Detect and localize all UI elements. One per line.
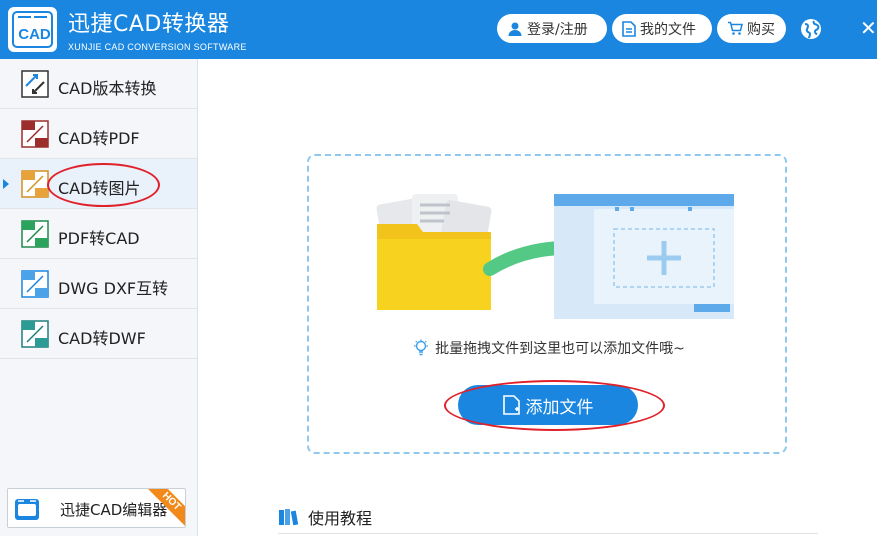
logo-text: CAD bbox=[18, 26, 51, 43]
dwg-dxf-icon bbox=[21, 270, 49, 298]
cad-to-pdf-icon bbox=[21, 120, 49, 148]
add-file-icon bbox=[502, 395, 520, 415]
close-icon[interactable]: ✕ bbox=[860, 18, 877, 38]
cad-to-dwf-icon bbox=[21, 320, 49, 348]
file-drop-zone[interactable]: 批量拖拽文件到这里也可以添加文件哦~ 添加文件 bbox=[307, 154, 787, 454]
books-icon bbox=[279, 509, 299, 526]
sidebar-item-cad-to-image[interactable]: CAD转图片 bbox=[0, 159, 197, 209]
sidebar-item-label: CAD转PDF bbox=[58, 129, 140, 148]
cad-editor-label: 迅捷CAD编辑器 bbox=[60, 501, 168, 519]
sidebar-item-cad-to-dwf[interactable]: CAD转DWF bbox=[0, 309, 197, 359]
divider bbox=[278, 533, 818, 534]
drag-files-illustration bbox=[376, 194, 734, 319]
sidebar: CAD版本转换 CAD转PDF CAD转图片 PDF转CAD DWG DXF互转… bbox=[0, 59, 198, 536]
language-globe-icon[interactable] bbox=[799, 17, 823, 41]
drag-tip-text: 批量拖拽文件到这里也可以添加文件哦~ bbox=[435, 341, 685, 357]
my-files-label: 我的文件 bbox=[640, 21, 696, 38]
cad-editor-button[interactable]: 迅捷CAD编辑器 HOT bbox=[7, 488, 186, 528]
cad-to-image-icon bbox=[21, 170, 49, 198]
buy-label: 购买 bbox=[747, 21, 775, 38]
buy-button[interactable]: 购买 bbox=[717, 14, 786, 43]
cad-version-icon bbox=[21, 70, 49, 98]
sidebar-item-label: CAD版本转换 bbox=[58, 79, 157, 98]
user-icon bbox=[508, 22, 522, 36]
active-indicator bbox=[3, 179, 9, 189]
sidebar-item-cad-version[interactable]: CAD版本转换 bbox=[0, 59, 197, 109]
pdf-to-cad-icon bbox=[21, 220, 49, 248]
sidebar-item-label: PDF转CAD bbox=[58, 229, 140, 248]
add-file-label: 添加文件 bbox=[525, 397, 594, 418]
app-subtitle: XUNJIE CAD CONVERSION SOFTWARE bbox=[68, 42, 247, 52]
login-button[interactable]: 登录/注册 bbox=[497, 14, 607, 43]
cad-editor-icon bbox=[15, 499, 39, 520]
add-file-button[interactable]: 添加文件 bbox=[458, 385, 638, 425]
sidebar-item-pdf-to-cad[interactable]: PDF转CAD bbox=[0, 209, 197, 259]
sidebar-item-label: DWG DXF互转 bbox=[58, 279, 169, 298]
drag-tip: 批量拖拽文件到这里也可以添加文件哦~ bbox=[389, 338, 709, 358]
login-label: 登录/注册 bbox=[527, 21, 588, 38]
sidebar-item-label: CAD转图片 bbox=[58, 179, 141, 198]
app-title: 迅捷CAD转换器 bbox=[68, 12, 230, 37]
sidebar-item-dwg-dxf[interactable]: DWG DXF互转 bbox=[0, 259, 197, 309]
sidebar-item-label: CAD转DWF bbox=[58, 329, 146, 348]
document-icon bbox=[622, 20, 636, 37]
cart-icon bbox=[728, 21, 743, 35]
lightbulb-icon bbox=[414, 339, 429, 356]
title-bar: CAD 迅捷CAD转换器 XUNJIE CAD CONVERSION SOFTW… bbox=[0, 0, 877, 59]
my-files-button[interactable]: 我的文件 bbox=[612, 14, 712, 43]
tutorial-label: 使用教程 bbox=[308, 509, 373, 528]
app-logo: CAD bbox=[8, 7, 57, 52]
sidebar-item-cad-to-pdf[interactable]: CAD转PDF bbox=[0, 109, 197, 159]
tutorial-section: 使用教程 bbox=[278, 505, 372, 529]
